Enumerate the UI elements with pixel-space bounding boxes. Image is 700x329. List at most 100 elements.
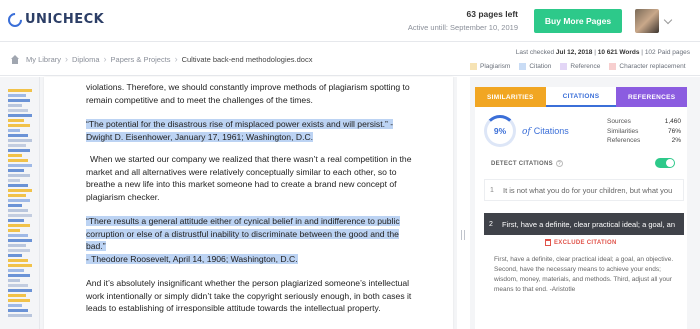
info-icon[interactable]: ? — [555, 160, 563, 167]
legend-citation: Citation — [519, 63, 551, 70]
trash-icon — [545, 239, 551, 246]
thumbnail-marker — [8, 174, 30, 177]
thumbnail-marker — [8, 214, 32, 217]
document-page: violations. Therefore, we should constan… — [44, 77, 453, 329]
thumbnail-marker — [8, 299, 30, 302]
logo[interactable]: UNICHECK — [5, 9, 105, 30]
quote-line: - Theodore Roosevelt, April 14, 1906; Wa… — [86, 253, 298, 264]
thumbnail-marker — [8, 249, 30, 252]
page-thumbnail-strip[interactable] — [0, 77, 40, 329]
thumbnail-marker — [8, 264, 32, 267]
legend-plagiarism: Plagiarism — [470, 63, 510, 70]
paragraph: When we started our company we realized … — [86, 154, 412, 202]
citation-item[interactable]: 1 It is not what you do for your childre… — [484, 179, 684, 201]
thumbnail-marker — [8, 279, 20, 282]
citation-number: 2 — [489, 220, 493, 228]
thumbnail-marker — [8, 99, 30, 102]
thumbnail-marker — [8, 259, 28, 262]
results-tabs: SIMILARITIES CITATIONS REFERENCES — [475, 87, 688, 107]
thumbnail-marker — [8, 289, 32, 292]
stat-similarities: Similarities 76% — [607, 128, 681, 138]
toggle-knob — [666, 159, 674, 167]
highlight-legend: Plagiarism Citation Reference Character … — [470, 63, 695, 70]
thumbnail-marker — [8, 224, 30, 227]
word-count: 10 621 Words — [597, 49, 640, 56]
thumbnail-marker — [8, 244, 26, 247]
of-label: of — [522, 127, 531, 137]
citations-card: 9% of Citations Sources 1,460 Similarities… — [475, 107, 687, 329]
breadcrumb: My Library › Diploma › Papers & Projects… — [10, 54, 316, 64]
thumbnail-marker — [8, 159, 28, 162]
active-until: Active untill: September 10, 2019 — [407, 23, 518, 32]
thumbnail-marker — [8, 309, 28, 312]
thumbnail-marker — [8, 119, 24, 122]
quote-line: “The potential for the disastrous rise o… — [86, 119, 394, 129]
quote-line: corruption or else of a distrustful inab… — [86, 228, 399, 239]
thumbnail-marker — [8, 169, 24, 172]
thumbnail-marker — [8, 314, 32, 317]
citation-quote-2[interactable]: “There results a general attitude either… — [86, 215, 422, 265]
thumbnail-marker — [8, 149, 30, 152]
citations-title: of Citations — [522, 126, 569, 137]
detect-label-text: DETECT CITATIONS — [491, 160, 553, 167]
resize-handle[interactable] — [461, 230, 465, 240]
stat-references: References 2% — [607, 137, 681, 147]
quote-line: bad.” — [86, 241, 106, 251]
thumbnail-marker — [8, 89, 32, 92]
thumbnail-marker — [8, 229, 20, 232]
thumbnail-marker — [8, 104, 22, 107]
tab-citations[interactable]: CITATIONS — [545, 87, 617, 107]
exclude-citation-button[interactable]: EXCLUDE CITATION — [545, 239, 617, 246]
quote-line: Dwight D. Eisenhower, January 17, 1961; … — [86, 131, 314, 142]
thumbnail-marker — [8, 134, 28, 137]
thumbnail-marker — [8, 274, 30, 277]
stats-list: Sources 1,460 Similarities 76% References 2… — [607, 118, 681, 147]
detect-citations-toggle[interactable] — [655, 158, 675, 168]
logo-icon — [5, 9, 25, 30]
thumbnail-marker — [8, 284, 28, 287]
thumbnail-marker — [8, 164, 32, 167]
stat-sources: Sources 1,460 — [607, 118, 681, 128]
thumbnail-marker — [8, 194, 26, 197]
last-checked-label: Last checked — [515, 49, 555, 56]
top-header: UNICHECK 63 pages left Active untill: Se… — [0, 0, 700, 42]
pages-left: 63 pages left — [466, 9, 519, 19]
breadcrumb-separator: › — [103, 54, 107, 64]
buy-more-pages-button[interactable]: Buy More Pages — [534, 9, 622, 33]
thumbnail-marker — [8, 144, 26, 147]
logo-text: UNICHECK — [25, 12, 105, 27]
document-area: violations. Therefore, we should constan… — [40, 77, 457, 329]
stat-value: 1,460 — [664, 118, 681, 125]
citation-text: It is not what you do for your children,… — [503, 185, 673, 195]
citation-quote-1[interactable]: “The potential for the disastrous rise o… — [86, 118, 422, 143]
breadcrumb-my-library[interactable]: My Library — [26, 55, 61, 64]
stat-label: Sources — [607, 118, 631, 125]
citation-item-selected[interactable]: 2 First, have a definite, clear practica… — [484, 213, 684, 235]
thumbnail-marker — [8, 189, 32, 192]
thumbnail-marker — [8, 109, 28, 112]
thumbnail-marker — [8, 94, 26, 97]
tab-similarities[interactable]: SIMILARITIES — [475, 87, 546, 107]
legend-swatch — [560, 63, 568, 70]
breadcrumb-bar: My Library › Diploma › Papers & Projects… — [0, 42, 700, 76]
exclude-label: EXCLUDE CITATION — [554, 239, 617, 246]
legend-label: Reference — [570, 63, 601, 70]
paid-pages: 102 Paid pages — [644, 49, 690, 56]
thumbnail-marker — [8, 139, 32, 142]
citation-full-text: First, have a definite, clear practical … — [494, 256, 674, 293]
breadcrumb-separator: › — [65, 54, 69, 64]
results-panel: SIMILARITIES CITATIONS REFERENCES 9% of C… — [470, 77, 700, 329]
thumbnail-marker — [8, 239, 32, 242]
breadcrumb-papers-projects[interactable]: Papers & Projects — [111, 55, 171, 64]
chevron-down-icon[interactable] — [663, 15, 673, 25]
breadcrumb-diploma[interactable]: Diploma — [72, 55, 100, 64]
tab-references[interactable]: REFERENCES — [616, 87, 688, 107]
legend-reference: Reference — [560, 63, 600, 70]
thumbnail-marker — [8, 254, 22, 257]
thumbnail-marker — [8, 154, 22, 157]
home-icon[interactable] — [10, 54, 20, 64]
quote-line: “There results a general attitude either… — [86, 216, 400, 226]
legend-label: Plagiarism — [480, 63, 511, 70]
thumbnail-marker — [8, 234, 28, 237]
avatar[interactable] — [635, 9, 659, 33]
